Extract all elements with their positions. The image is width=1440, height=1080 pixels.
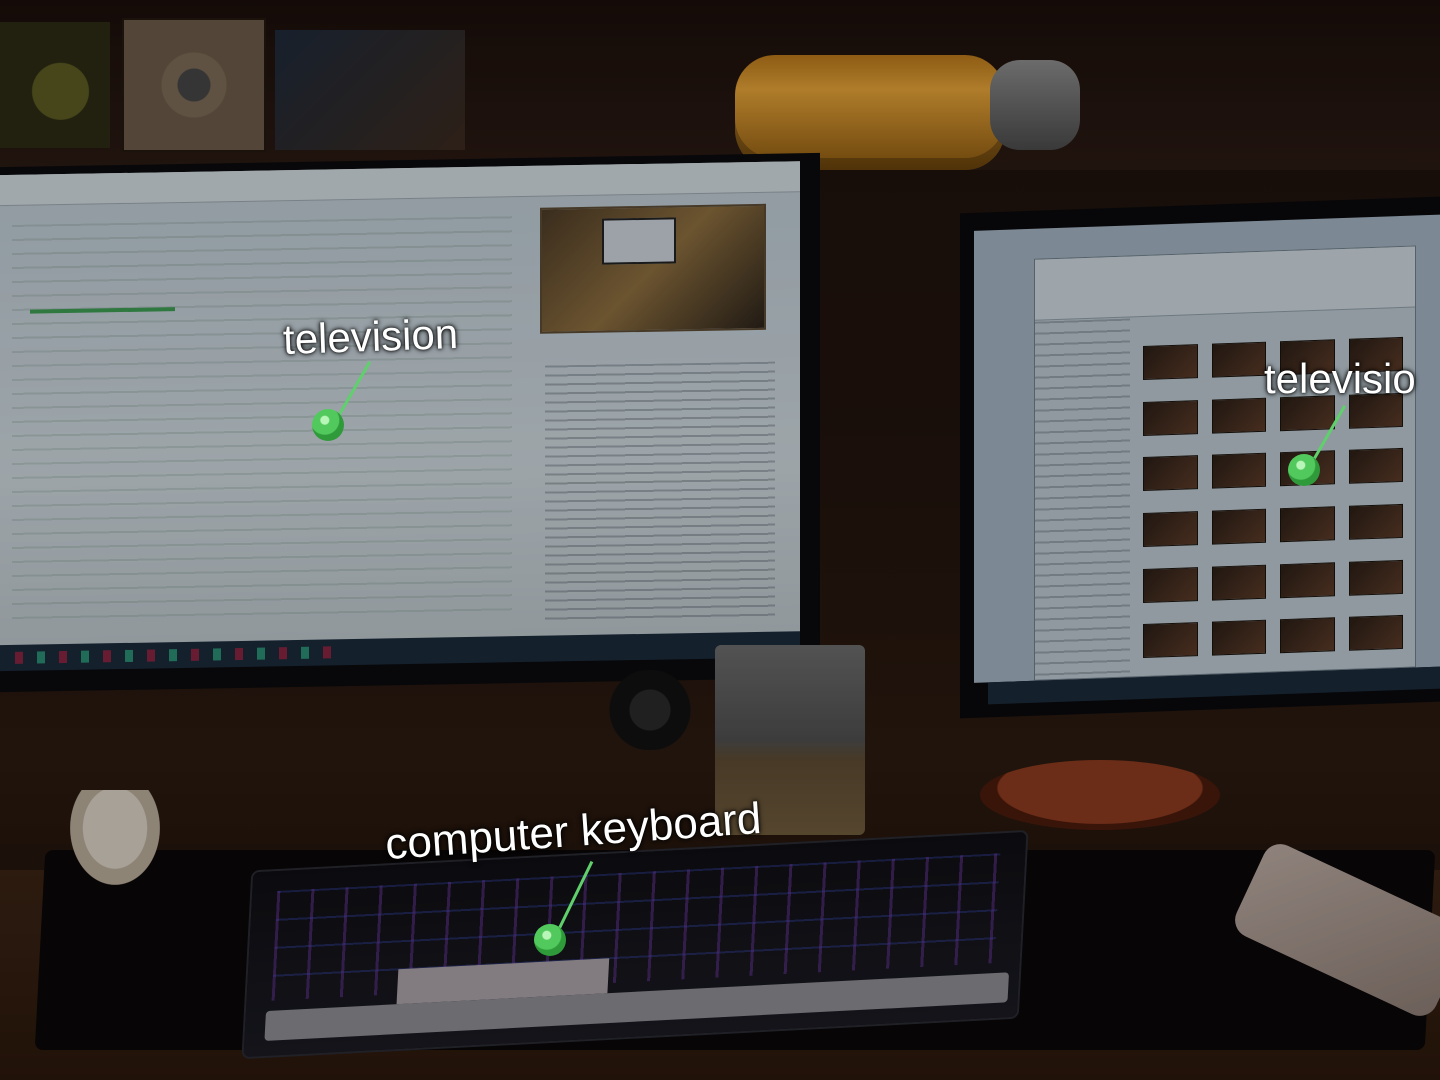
thumbnail — [1211, 564, 1266, 601]
right-monitor — [960, 196, 1440, 719]
thumbnail — [1211, 453, 1266, 489]
thumbnail — [1348, 448, 1403, 485]
taskbar-icons — [15, 646, 335, 664]
thumbnail — [1143, 399, 1198, 436]
embedded-photo-screen — [602, 217, 676, 265]
thumbnail — [1211, 620, 1266, 656]
left-monitor-screen — [0, 161, 800, 672]
annotation-dot — [1288, 454, 1320, 486]
speaker — [600, 670, 700, 750]
editor-toolbar — [0, 161, 800, 207]
annotation-dot — [534, 924, 566, 956]
thumbnail — [1348, 615, 1403, 652]
thumbnail — [1143, 511, 1198, 547]
code-lines — [12, 216, 512, 625]
thumbnail — [1280, 506, 1335, 543]
thumbnail — [1280, 617, 1335, 654]
wall-picture-green — [0, 22, 110, 148]
cylinder-cap — [990, 60, 1080, 150]
thumbnail — [1211, 508, 1266, 545]
thumbnail — [1143, 455, 1198, 492]
right-monitor-screen — [974, 214, 1440, 705]
monitor-stand-base — [980, 760, 1220, 830]
annotation-label-television-right: televisio — [1264, 355, 1416, 402]
thumbnail — [1348, 503, 1403, 540]
annotation-dot — [312, 409, 344, 441]
embedded-photo — [540, 203, 766, 334]
thumbnail — [1280, 561, 1335, 598]
file-explorer-window — [1034, 245, 1416, 681]
photo-scene: television televisio computer keyboard — [0, 0, 1440, 1080]
annotation-label-television: television — [282, 309, 459, 364]
thumbnail — [1211, 397, 1266, 434]
wall-picture-eye — [122, 18, 266, 152]
thumbnail — [1211, 341, 1266, 378]
explorer-nav-pane — [1035, 318, 1130, 677]
explorer-ribbon — [1035, 246, 1415, 321]
thumbnail — [1143, 566, 1198, 603]
thumbnail — [1143, 622, 1198, 659]
thumbnail — [1348, 559, 1403, 596]
thumbnail — [1143, 344, 1198, 380]
wall-picture-blue — [275, 30, 465, 150]
left-taskbar — [0, 631, 800, 672]
left-monitor — [0, 152, 820, 693]
document-text-block — [545, 361, 775, 626]
unicorn-figure — [70, 790, 160, 885]
